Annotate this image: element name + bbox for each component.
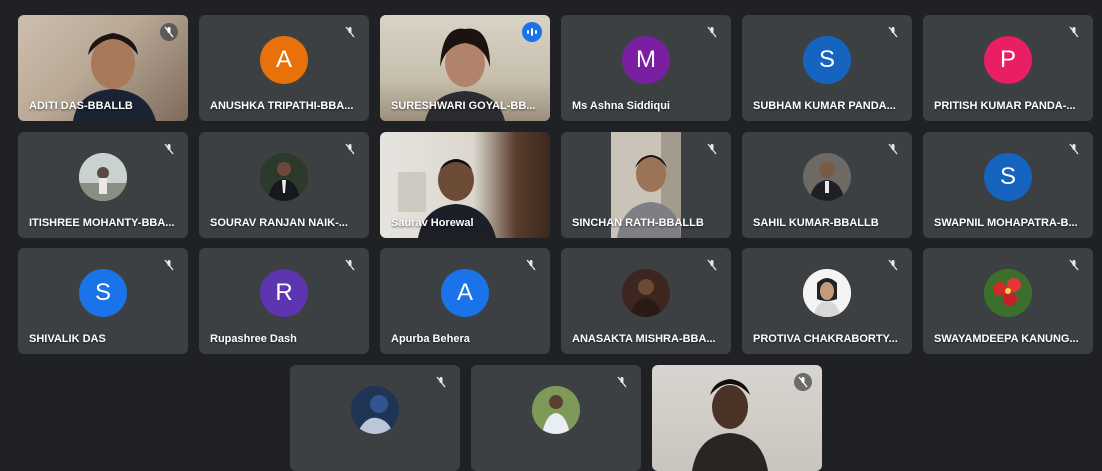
participant-name: SURESHWARI GOYAL-BB... [391, 100, 536, 112]
mic-off-icon [794, 373, 812, 391]
participant-name: ANASAKTA MISHRA-BBA... [572, 333, 716, 345]
mic-off-icon [341, 140, 359, 158]
participant-initial-avatar: S [803, 36, 851, 84]
participant-name: ANUSHKA TRIPATHI-BBA... [210, 100, 354, 112]
participant-photo-avatar [351, 386, 399, 434]
participant-tile[interactable] [652, 365, 822, 471]
participant-photo-avatar [532, 386, 580, 434]
participant-name: Saurav Horewal [391, 217, 474, 229]
mic-off-icon [522, 256, 540, 274]
participant-photo-avatar [803, 269, 851, 317]
speaking-indicator-icon [522, 22, 542, 42]
participant-photo-avatar [803, 153, 851, 201]
mic-off-icon [1065, 23, 1083, 41]
participant-tile[interactable] [471, 365, 641, 471]
participant-name: SOURAV RANJAN NAIK-... [210, 217, 348, 229]
meeting-participant-grid: ADITI DAS-BBALLB A ANUSHKA TRIPATHI-BBA.… [0, 0, 1102, 471]
mic-off-icon [160, 23, 178, 41]
participant-name: SWAYAMDEEPA KANUNG... [934, 333, 1079, 345]
participant-name: Rupashree Dash [210, 333, 297, 345]
participant-name: PROTIVA CHAKRABORTY... [753, 333, 898, 345]
participant-tile[interactable]: M Ms Ashna Siddiqui [561, 15, 731, 121]
mic-off-icon [341, 256, 359, 274]
mic-off-icon [703, 256, 721, 274]
participant-tile[interactable]: ANASAKTA MISHRA-BBA... [561, 248, 731, 354]
participant-tile[interactable]: S SUBHAM KUMAR PANDA... [742, 15, 912, 121]
mic-off-icon [432, 373, 450, 391]
mic-off-icon [884, 23, 902, 41]
mic-off-icon [1065, 140, 1083, 158]
participant-photo-avatar [260, 153, 308, 201]
mic-off-icon [613, 373, 631, 391]
participant-name: SAHIL KUMAR-BBALLB [753, 217, 879, 229]
participant-name: ITISHREE MOHANTY-BBA... [29, 217, 175, 229]
participant-initial-avatar: A [441, 269, 489, 317]
participant-tile[interactable]: SWAYAMDEEPA KANUNG... [923, 248, 1093, 354]
participant-tile[interactable]: PROTIVA CHAKRABORTY... [742, 248, 912, 354]
participant-initial-avatar: A [260, 36, 308, 84]
participant-tile[interactable]: R Rupashree Dash [199, 248, 369, 354]
participant-tile[interactable]: S SWAPNIL MOHAPATRA-B... [923, 132, 1093, 238]
participant-name: PRITISH KUMAR PANDA-... [934, 100, 1076, 112]
participant-name: Apurba Behera [391, 333, 470, 345]
participant-tile[interactable]: ITISHREE MOHANTY-BBA... [18, 132, 188, 238]
participant-tile[interactable]: SOURAV RANJAN NAIK-... [199, 132, 369, 238]
participant-tile[interactable] [290, 365, 460, 471]
participant-tile[interactable]: SINCHAN RATH-BBALLB [561, 132, 731, 238]
participant-photo-avatar [79, 153, 127, 201]
participant-name: ADITI DAS-BBALLB [29, 100, 133, 112]
participant-initial-avatar: S [984, 153, 1032, 201]
mic-off-icon [160, 140, 178, 158]
participant-tile[interactable]: SURESHWARI GOYAL-BB... [380, 15, 550, 121]
participant-initial-avatar: P [984, 36, 1032, 84]
participant-name: SWAPNIL MOHAPATRA-B... [934, 217, 1078, 229]
participant-photo-avatar [984, 269, 1032, 317]
participant-tile[interactable]: A Apurba Behera [380, 248, 550, 354]
mic-off-icon [703, 23, 721, 41]
participant-tile[interactable]: SAHIL KUMAR-BBALLB [742, 132, 912, 238]
mic-off-icon [884, 140, 902, 158]
participant-name: SUBHAM KUMAR PANDA... [753, 100, 896, 112]
participant-tile[interactable]: A ANUSHKA TRIPATHI-BBA... [199, 15, 369, 121]
participant-tile[interactable]: ADITI DAS-BBALLB [18, 15, 188, 121]
mic-off-icon [703, 140, 721, 158]
participant-tile[interactable]: P PRITISH KUMAR PANDA-... [923, 15, 1093, 121]
participant-tile[interactable]: S SHIVALIK DAS [18, 248, 188, 354]
participant-tile[interactable]: Saurav Horewal [380, 132, 550, 238]
mic-off-icon [160, 256, 178, 274]
mic-off-icon [884, 256, 902, 274]
participant-initial-avatar: R [260, 269, 308, 317]
participant-initial-avatar: S [79, 269, 127, 317]
participant-name: Ms Ashna Siddiqui [572, 100, 670, 112]
mic-off-icon [341, 23, 359, 41]
participant-name: SINCHAN RATH-BBALLB [572, 217, 704, 229]
participant-initial-avatar: M [622, 36, 670, 84]
mic-off-icon [1065, 256, 1083, 274]
participant-photo-avatar [622, 269, 670, 317]
participant-name: SHIVALIK DAS [29, 333, 106, 345]
